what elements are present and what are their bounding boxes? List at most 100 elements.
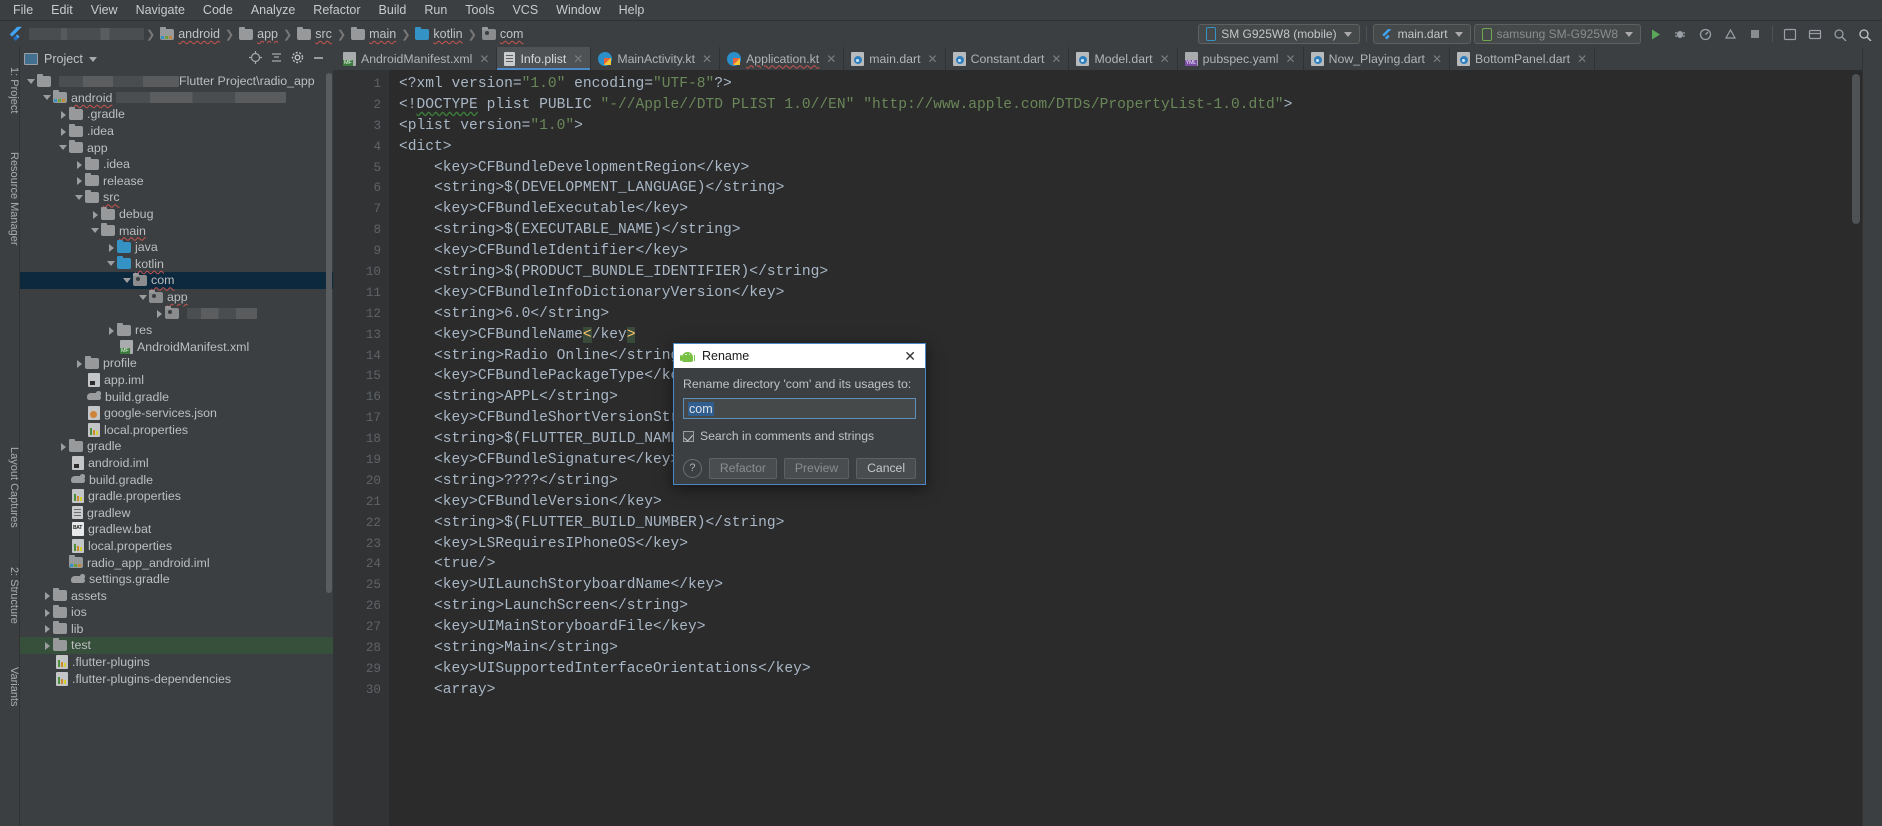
attach-debugger-button[interactable] xyxy=(1719,24,1741,44)
editor-tab[interactable]: Application.kt ✕ xyxy=(720,47,845,70)
close-tab-icon[interactable]: ✕ xyxy=(573,52,583,66)
tree-node[interactable]: assets xyxy=(20,587,333,604)
tool-window-structure[interactable]: 2: Structure xyxy=(8,567,20,624)
tree-node[interactable]: app.iml xyxy=(20,372,333,389)
tree-node[interactable]: app xyxy=(20,139,333,156)
avd-manager-button[interactable] xyxy=(1779,24,1801,44)
tree-node[interactable]: Flutter Project\radio_app xyxy=(20,73,333,90)
tree-node[interactable]: main xyxy=(20,222,333,239)
chevron-right-icon[interactable] xyxy=(106,325,117,336)
close-tab-icon[interactable]: ✕ xyxy=(1286,52,1296,66)
editor-tab-bar[interactable]: MF AndroidManifest.xml ✕ Info.plist ✕ MainAct… xyxy=(333,47,1862,70)
menu-item-file[interactable]: File xyxy=(4,1,42,19)
tree-node[interactable]: release xyxy=(20,173,333,190)
chevron-down-icon[interactable] xyxy=(58,142,69,153)
device-selector[interactable]: SM G925W8 (mobile) xyxy=(1198,24,1360,44)
tree-node[interactable]: java xyxy=(20,239,333,256)
run-configuration-selector[interactable]: main.dart xyxy=(1372,24,1471,44)
chevron-down-icon[interactable] xyxy=(90,225,101,236)
editor-tab[interactable]: main.dart ✕ xyxy=(844,47,946,70)
menu-item-build[interactable]: Build xyxy=(370,1,416,19)
menu-item-tools[interactable]: Tools xyxy=(456,1,503,19)
search-everywhere-button[interactable] xyxy=(1854,24,1876,44)
layout-inspector-button[interactable] xyxy=(1829,24,1851,44)
close-tab-icon[interactable]: ✕ xyxy=(928,52,938,66)
editor-tab[interactable]: Info.plist ✕ xyxy=(497,47,592,70)
editor-tab[interactable]: Constant.dart ✕ xyxy=(945,47,1070,70)
tree-node[interactable]: google-services.json xyxy=(20,405,333,422)
menu-item-code[interactable]: Code xyxy=(194,1,242,19)
editor-tab[interactable]: MF AndroidManifest.xml ✕ xyxy=(333,47,498,70)
chevron-right-icon[interactable] xyxy=(154,308,165,319)
menu-item-navigate[interactable]: Navigate xyxy=(127,1,194,19)
chevron-down-icon[interactable] xyxy=(88,56,97,62)
tree-node[interactable]: .gradle xyxy=(20,106,333,123)
menu-item-help[interactable]: Help xyxy=(610,1,654,19)
close-tab-icon[interactable]: ✕ xyxy=(826,52,836,66)
hide-icon[interactable] xyxy=(312,51,325,67)
chevron-right-icon[interactable] xyxy=(74,358,85,369)
chevron-right-icon[interactable] xyxy=(58,126,69,137)
tree-node[interactable]: profile xyxy=(20,355,333,372)
editor-tab[interactable]: YML pubspec.yaml ✕ xyxy=(1177,47,1304,70)
tree-node[interactable]: local.properties xyxy=(20,538,333,555)
tool-window-layout-captures[interactable]: Layout Captures xyxy=(8,447,20,528)
run-button[interactable] xyxy=(1644,24,1666,44)
breadcrumb-item-com[interactable]: com xyxy=(479,26,527,42)
menu-item-window[interactable]: Window xyxy=(547,1,609,19)
tree-node[interactable]: .flutter-plugins xyxy=(20,654,333,671)
tree-node[interactable]: gradlew xyxy=(20,504,333,521)
code-editor[interactable]: 1 2 3 4 5 6 7 8 9 10 11 12 13 14 15 16 17 18 19 20 21 22 23 24 2… xyxy=(333,70,1862,826)
tree-node[interactable]: res xyxy=(20,322,333,339)
breadcrumb-item-kotlin[interactable]: kotlin xyxy=(412,26,465,42)
chevron-down-icon[interactable] xyxy=(122,275,133,286)
editor-scrollbar[interactable] xyxy=(1850,70,1862,826)
menu-item-refactor[interactable]: Refactor xyxy=(304,1,369,19)
menu-item-run[interactable]: Run xyxy=(415,1,456,19)
chevron-right-icon[interactable] xyxy=(74,175,85,186)
refactor-button[interactable]: Refactor xyxy=(708,457,777,479)
breadcrumb-item-android[interactable]: android xyxy=(157,26,223,42)
close-tab-icon[interactable]: ✕ xyxy=(1432,52,1442,66)
close-tab-icon[interactable]: ✕ xyxy=(1051,52,1061,66)
tree-node[interactable]: test xyxy=(20,637,333,654)
tool-window-resource-manager[interactable]: Resource Manager xyxy=(8,152,20,246)
chevron-right-icon[interactable] xyxy=(42,590,53,601)
close-tab-icon[interactable]: ✕ xyxy=(702,52,712,66)
tree-node[interactable]: android xyxy=(20,90,333,107)
chevron-down-icon[interactable] xyxy=(26,76,37,87)
search-comments-checkbox[interactable]: Search in comments and strings xyxy=(683,429,916,443)
tree-node[interactable]: debug xyxy=(20,206,333,223)
editor-tab[interactable]: MainActivity.kt ✕ xyxy=(591,47,721,70)
chevron-right-icon[interactable] xyxy=(58,109,69,120)
chevron-right-icon[interactable] xyxy=(74,159,85,170)
collapse-all-icon[interactable] xyxy=(270,51,283,67)
breadcrumb-item-src[interactable]: src xyxy=(294,26,335,42)
tree-node[interactable]: src xyxy=(20,189,333,206)
gear-icon[interactable] xyxy=(291,51,304,67)
project-tree[interactable]: Flutter Project\radio_app android .gradle.… xyxy=(20,71,333,826)
menu-item-edit[interactable]: Edit xyxy=(42,1,82,19)
tree-node[interactable] xyxy=(20,305,333,322)
chevron-down-icon[interactable] xyxy=(42,92,53,103)
cancel-button[interactable]: Cancel xyxy=(856,457,916,479)
preview-button[interactable]: Preview xyxy=(783,457,850,479)
chevron-down-icon[interactable] xyxy=(138,292,149,303)
close-icon[interactable]: ✕ xyxy=(901,348,919,365)
tree-node[interactable]: settings.gradle xyxy=(20,571,333,588)
debug-button[interactable] xyxy=(1669,24,1691,44)
locate-icon[interactable] xyxy=(249,51,262,67)
chevron-right-icon[interactable] xyxy=(42,623,53,634)
chevron-down-icon[interactable] xyxy=(74,192,85,203)
menu-item-analyze[interactable]: Analyze xyxy=(242,1,304,19)
tree-node[interactable]: .idea xyxy=(20,123,333,140)
sdk-manager-button[interactable] xyxy=(1804,24,1826,44)
tree-node[interactable]: gradlew.bat xyxy=(20,521,333,538)
tree-node[interactable]: ios xyxy=(20,604,333,621)
chevron-right-icon[interactable] xyxy=(90,209,101,220)
tree-node[interactable]: build.gradle xyxy=(20,471,333,488)
breadcrumb-item-main[interactable]: main xyxy=(348,26,399,42)
chevron-right-icon[interactable] xyxy=(106,242,117,253)
editor-tab[interactable]: BottomPanel.dart ✕ xyxy=(1450,47,1596,70)
profile-button[interactable] xyxy=(1694,24,1716,44)
